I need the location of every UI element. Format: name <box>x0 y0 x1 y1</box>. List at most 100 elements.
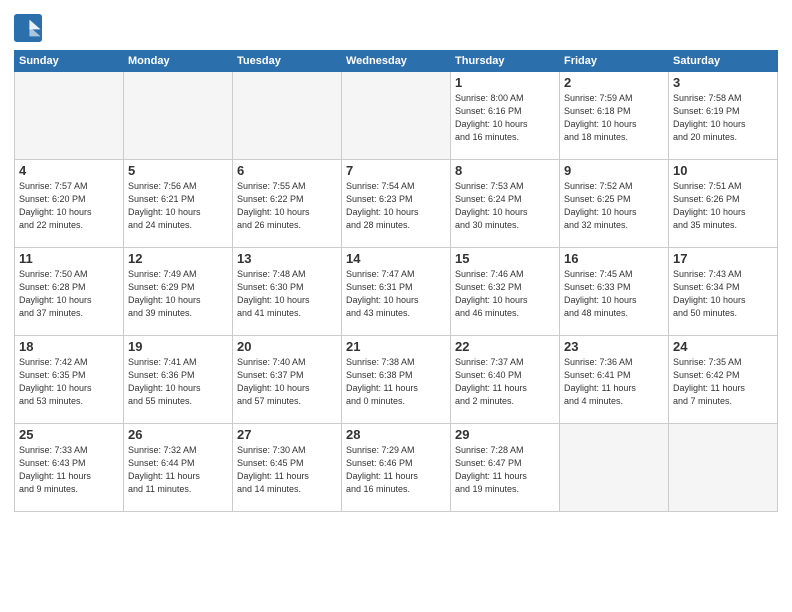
calendar-cell: 9Sunrise: 7:52 AMSunset: 6:25 PMDaylight… <box>560 160 669 248</box>
day-number: 6 <box>237 163 337 178</box>
logo <box>14 14 44 42</box>
day-number: 1 <box>455 75 555 90</box>
day-info: Sunrise: 7:56 AMSunset: 6:21 PMDaylight:… <box>128 180 228 232</box>
calendar-cell: 1 Sunrise: 8:00 AMSunset: 6:16 PMDaylight… <box>451 72 560 160</box>
calendar-header <box>14 10 778 42</box>
calendar-cell: 18 Sunrise: 7:42 AMSunset: 6:35 PMDayligh… <box>15 336 124 424</box>
col-header-wednesday: Wednesday <box>342 51 451 72</box>
day-info: Sunrise: 7:36 AMSunset: 6:41 PMDaylight:… <box>564 356 664 408</box>
calendar-cell: 23Sunrise: 7:36 AMSunset: 6:41 PMDayligh… <box>560 336 669 424</box>
calendar-container: SundayMondayTuesdayWednesdayThursdayFrid… <box>0 0 792 522</box>
day-number: 26 <box>128 427 228 442</box>
day-number: 3 <box>673 75 773 90</box>
day-number: 17 <box>673 251 773 266</box>
col-header-saturday: Saturday <box>669 51 778 72</box>
day-info: Sunrise: 7:29 AMSunset: 6:46 PMDaylight:… <box>346 444 446 496</box>
day-info: Sunrise: 7:55 AMSunset: 6:22 PMDaylight:… <box>237 180 337 232</box>
day-info: Sunrise: 7:57 AMSunset: 6:20 PMDaylight:… <box>19 180 119 232</box>
day-number: 7 <box>346 163 446 178</box>
day-info: Sunrise: 7:43 AMSunset: 6:34 PMDaylight:… <box>673 268 773 320</box>
day-info: Sunrise: 7:51 AMSunset: 6:26 PMDaylight:… <box>673 180 773 232</box>
day-info: Sunrise: 7:47 AMSunset: 6:31 PMDaylight:… <box>346 268 446 320</box>
day-info: Sunrise: 7:33 AMSunset: 6:43 PMDaylight:… <box>19 444 119 496</box>
calendar-cell: 29Sunrise: 7:28 AMSunset: 6:47 PMDayligh… <box>451 424 560 512</box>
day-info: Sunrise: 7:53 AMSunset: 6:24 PMDaylight:… <box>455 180 555 232</box>
day-info: Sunrise: 7:28 AMSunset: 6:47 PMDaylight:… <box>455 444 555 496</box>
day-info: Sunrise: 7:35 AMSunset: 6:42 PMDaylight:… <box>673 356 773 408</box>
calendar-cell: 3 Sunrise: 7:58 AMSunset: 6:19 PMDaylight… <box>669 72 778 160</box>
calendar-cell: 24 Sunrise: 7:35 AMSunset: 6:42 PMDayligh… <box>669 336 778 424</box>
calendar-cell: 5 Sunrise: 7:56 AMSunset: 6:21 PMDaylight… <box>124 160 233 248</box>
logo-icon <box>14 14 42 42</box>
day-number: 4 <box>19 163 119 178</box>
day-info: Sunrise: 7:48 AMSunset: 6:30 PMDaylight:… <box>237 268 337 320</box>
day-number: 19 <box>128 339 228 354</box>
day-number: 12 <box>128 251 228 266</box>
day-number: 20 <box>237 339 337 354</box>
day-number: 15 <box>455 251 555 266</box>
calendar-cell <box>233 72 342 160</box>
day-number: 10 <box>673 163 773 178</box>
day-number: 25 <box>19 427 119 442</box>
col-header-monday: Monday <box>124 51 233 72</box>
calendar-cell: 19 Sunrise: 7:41 AMSunset: 6:36 PMDayligh… <box>124 336 233 424</box>
calendar-cell: 22 Sunrise: 7:37 AMSunset: 6:40 PMDayligh… <box>451 336 560 424</box>
calendar-cell: 20 Sunrise: 7:40 AMSunset: 6:37 PMDayligh… <box>233 336 342 424</box>
calendar-cell: 4 Sunrise: 7:57 AMSunset: 6:20 PMDaylight… <box>15 160 124 248</box>
calendar-cell: 8 Sunrise: 7:53 AMSunset: 6:24 PMDaylight… <box>451 160 560 248</box>
day-number: 11 <box>19 251 119 266</box>
calendar-cell: 6 Sunrise: 7:55 AMSunset: 6:22 PMDaylight… <box>233 160 342 248</box>
day-number: 9 <box>564 163 664 178</box>
day-info: Sunrise: 7:46 AMSunset: 6:32 PMDaylight:… <box>455 268 555 320</box>
calendar-cell: 25 Sunrise: 7:33 AMSunset: 6:43 PMDayligh… <box>15 424 124 512</box>
day-number: 13 <box>237 251 337 266</box>
day-info: Sunrise: 7:49 AMSunset: 6:29 PMDaylight:… <box>128 268 228 320</box>
day-info: Sunrise: 8:00 AMSunset: 6:16 PMDaylight:… <box>455 92 555 144</box>
calendar-cell: 12 Sunrise: 7:49 AMSunset: 6:29 PMDayligh… <box>124 248 233 336</box>
day-info: Sunrise: 7:58 AMSunset: 6:19 PMDaylight:… <box>673 92 773 144</box>
calendar-cell <box>124 72 233 160</box>
day-number: 16 <box>564 251 664 266</box>
day-info: Sunrise: 7:59 AMSunset: 6:18 PMDaylight:… <box>564 92 664 144</box>
calendar-cell: 16Sunrise: 7:45 AMSunset: 6:33 PMDayligh… <box>560 248 669 336</box>
header-row: SundayMondayTuesdayWednesdayThursdayFrid… <box>15 51 778 72</box>
calendar-cell <box>669 424 778 512</box>
calendar-cell: 17 Sunrise: 7:43 AMSunset: 6:34 PMDayligh… <box>669 248 778 336</box>
day-number: 2 <box>564 75 664 90</box>
calendar-cell: 10 Sunrise: 7:51 AMSunset: 6:26 PMDayligh… <box>669 160 778 248</box>
col-header-tuesday: Tuesday <box>233 51 342 72</box>
week-row-2: 4 Sunrise: 7:57 AMSunset: 6:20 PMDaylight… <box>15 160 778 248</box>
day-number: 8 <box>455 163 555 178</box>
calendar-cell <box>342 72 451 160</box>
calendar-cell <box>15 72 124 160</box>
calendar-cell <box>560 424 669 512</box>
day-number: 24 <box>673 339 773 354</box>
day-info: Sunrise: 7:42 AMSunset: 6:35 PMDaylight:… <box>19 356 119 408</box>
day-number: 18 <box>19 339 119 354</box>
week-row-1: 1 Sunrise: 8:00 AMSunset: 6:16 PMDaylight… <box>15 72 778 160</box>
calendar-cell: 26 Sunrise: 7:32 AMSunset: 6:44 PMDayligh… <box>124 424 233 512</box>
calendar-cell: 2 Sunrise: 7:59 AMSunset: 6:18 PMDaylight… <box>560 72 669 160</box>
day-number: 5 <box>128 163 228 178</box>
calendar-cell: 7 Sunrise: 7:54 AMSunset: 6:23 PMDaylight… <box>342 160 451 248</box>
day-info: Sunrise: 7:41 AMSunset: 6:36 PMDaylight:… <box>128 356 228 408</box>
calendar-cell: 28 Sunrise: 7:29 AMSunset: 6:46 PMDayligh… <box>342 424 451 512</box>
day-info: Sunrise: 7:38 AMSunset: 6:38 PMDaylight:… <box>346 356 446 408</box>
day-info: Sunrise: 7:40 AMSunset: 6:37 PMDaylight:… <box>237 356 337 408</box>
day-number: 22 <box>455 339 555 354</box>
day-info: Sunrise: 7:37 AMSunset: 6:40 PMDaylight:… <box>455 356 555 408</box>
day-number: 14 <box>346 251 446 266</box>
day-info: Sunrise: 7:50 AMSunset: 6:28 PMDaylight:… <box>19 268 119 320</box>
week-row-5: 25 Sunrise: 7:33 AMSunset: 6:43 PMDayligh… <box>15 424 778 512</box>
calendar-cell: 13 Sunrise: 7:48 AMSunset: 6:30 PMDayligh… <box>233 248 342 336</box>
calendar-cell: 14 Sunrise: 7:47 AMSunset: 6:31 PMDayligh… <box>342 248 451 336</box>
day-number: 21 <box>346 339 446 354</box>
calendar-cell: 11 Sunrise: 7:50 AMSunset: 6:28 PMDayligh… <box>15 248 124 336</box>
day-number: 28 <box>346 427 446 442</box>
col-header-thursday: Thursday <box>451 51 560 72</box>
calendar-table: SundayMondayTuesdayWednesdayThursdayFrid… <box>14 50 778 512</box>
day-info: Sunrise: 7:54 AMSunset: 6:23 PMDaylight:… <box>346 180 446 232</box>
week-row-4: 18 Sunrise: 7:42 AMSunset: 6:35 PMDayligh… <box>15 336 778 424</box>
day-info: Sunrise: 7:32 AMSunset: 6:44 PMDaylight:… <box>128 444 228 496</box>
week-row-3: 11 Sunrise: 7:50 AMSunset: 6:28 PMDayligh… <box>15 248 778 336</box>
